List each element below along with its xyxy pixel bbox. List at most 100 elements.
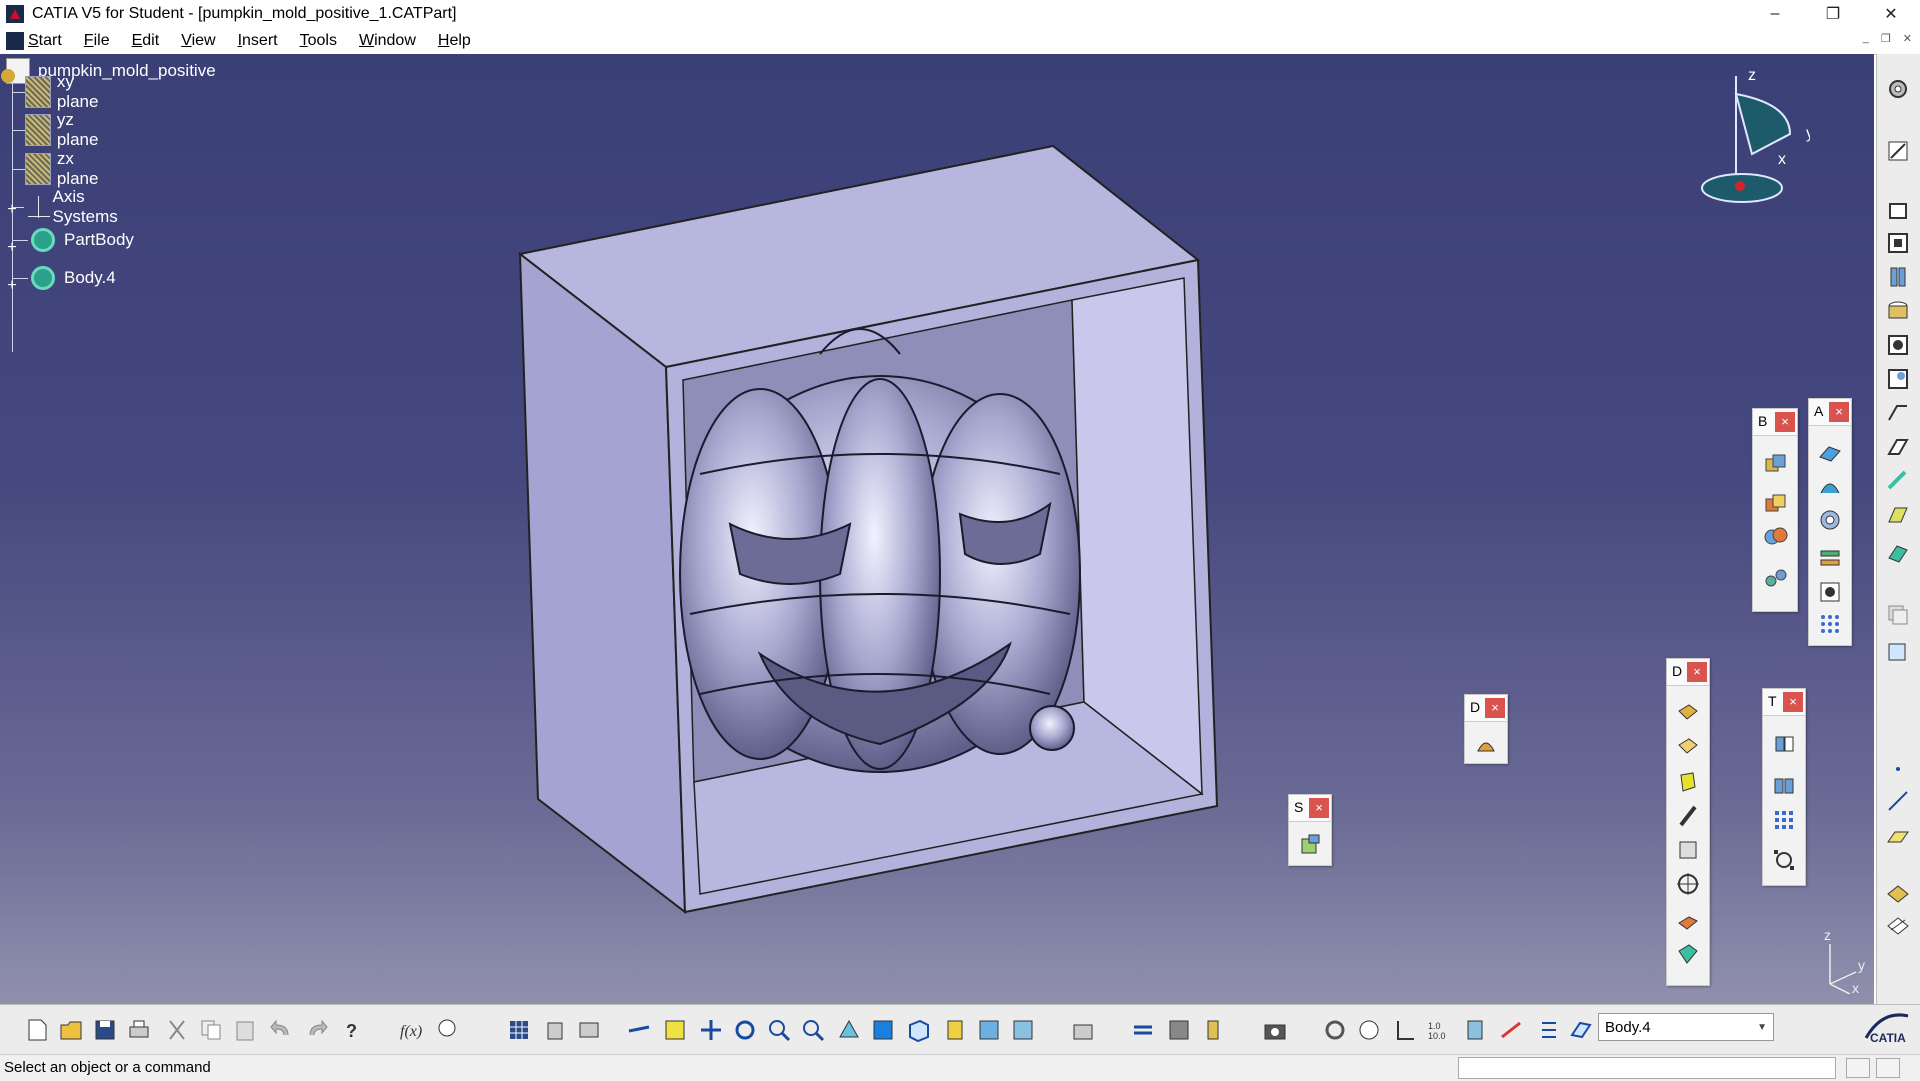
boolean-remove-icon[interactable]: [1763, 491, 1789, 517]
zoom-out-icon[interactable]: [800, 1017, 826, 1043]
part-geometry[interactable]: [0, 54, 1874, 1004]
toolbar-header[interactable]: A ×: [1809, 399, 1851, 426]
stiffener-icon[interactable]: [1885, 434, 1911, 460]
new-file-icon[interactable]: [24, 1017, 50, 1043]
doc-restore-button[interactable]: ❐: [1881, 32, 1891, 45]
compass-widget[interactable]: z y x: [1690, 54, 1810, 214]
work-on-support-icon[interactable]: [1568, 1017, 1594, 1043]
open-folder-icon[interactable]: [58, 1017, 84, 1043]
duplicate-icon[interactable]: [1885, 602, 1911, 628]
plane-tool-icon[interactable]: [1885, 824, 1911, 850]
union-trim-icon[interactable]: [1763, 565, 1789, 591]
draft-icon[interactable]: [1675, 701, 1701, 727]
groove-icon[interactable]: [1885, 298, 1911, 324]
rib-icon[interactable]: [1885, 366, 1911, 392]
floating-toolbar-s[interactable]: S ×: [1288, 794, 1332, 866]
undo-icon[interactable]: [268, 1017, 294, 1043]
knowledge-advisor-icon[interactable]: [434, 1017, 460, 1043]
start-menu-icon[interactable]: [6, 32, 24, 50]
point-icon[interactable]: [1885, 756, 1911, 782]
menu-view[interactable]: View: [181, 32, 215, 50]
sweep-surface-icon[interactable]: [1817, 473, 1843, 499]
menu-tools[interactable]: Tools: [300, 32, 337, 50]
boolean-add-icon[interactable]: [1763, 451, 1789, 477]
axis-icon[interactable]: [1392, 1017, 1418, 1043]
thread-icon[interactable]: [1675, 803, 1701, 829]
close-button[interactable]: ✕: [1862, 0, 1920, 28]
cut-icon[interactable]: [164, 1017, 190, 1043]
toolbar-close-icon[interactable]: ×: [1783, 692, 1803, 712]
doc-minimize-button[interactable]: _: [1863, 32, 1869, 45]
thick-surface-icon[interactable]: [1675, 941, 1701, 967]
target-icon[interactable]: [1675, 871, 1701, 897]
floating-toolbar-t[interactable]: T ×: [1762, 688, 1806, 886]
fill-surface-icon[interactable]: [1817, 579, 1843, 605]
minimize-button[interactable]: –: [1746, 0, 1804, 28]
swap-space-icon[interactable]: [1010, 1017, 1036, 1043]
measure-icon[interactable]: [1885, 880, 1911, 906]
toolbar-header[interactable]: S ×: [1289, 795, 1331, 822]
surface-based-feature-icon[interactable]: [1297, 831, 1323, 857]
pad-icon[interactable]: [1885, 196, 1911, 222]
material-icon[interactable]: [1200, 1017, 1226, 1043]
scaling-icon[interactable]: [1771, 847, 1797, 873]
split-icon[interactable]: [1675, 909, 1701, 935]
dress-up-icon[interactable]: [1473, 731, 1499, 757]
fly-mode-icon[interactable]: [626, 1017, 652, 1043]
toolbar-close-icon[interactable]: ×: [1775, 412, 1795, 432]
toolbar-header[interactable]: D ×: [1465, 695, 1507, 722]
pocket-icon[interactable]: [1885, 230, 1911, 256]
doc-close-button[interactable]: ✕: [1903, 32, 1912, 45]
floating-toolbar-d2[interactable]: D ×: [1464, 694, 1508, 764]
instantiate-icon[interactable]: [576, 1017, 602, 1043]
shell-icon[interactable]: [1675, 735, 1701, 761]
menu-start[interactable]: Start: [28, 32, 62, 50]
normal-view-icon[interactable]: [836, 1017, 862, 1043]
thickness-icon[interactable]: [1675, 769, 1701, 795]
blend-surface-icon[interactable]: [1817, 507, 1843, 533]
multi-section-solid-icon[interactable]: [1885, 468, 1911, 494]
list-icon[interactable]: [1534, 1017, 1560, 1043]
extrude-surface-icon[interactable]: [1817, 439, 1843, 465]
fit-all-icon[interactable]: [662, 1017, 688, 1043]
power-input-button[interactable]: [1846, 1058, 1870, 1078]
menu-file[interactable]: File: [84, 32, 110, 50]
update-all-icon[interactable]: [1322, 1017, 1348, 1043]
floating-toolbar-a[interactable]: A ×: [1808, 398, 1852, 646]
offset-surface-icon[interactable]: [1817, 545, 1843, 571]
mirror-icon[interactable]: [1771, 773, 1797, 799]
toolbar-close-icon[interactable]: ×: [1687, 662, 1707, 682]
rotate-icon[interactable]: [732, 1017, 758, 1043]
toolbar-header[interactable]: B ×: [1753, 409, 1797, 436]
toolbar-header[interactable]: T ×: [1763, 689, 1805, 716]
menu-insert[interactable]: Insert: [238, 32, 278, 50]
table-icon[interactable]: [506, 1017, 532, 1043]
paste-icon[interactable]: [232, 1017, 258, 1043]
print-icon[interactable]: [126, 1017, 152, 1043]
menu-help[interactable]: Help: [438, 32, 471, 50]
catalog-icon[interactable]: [542, 1017, 568, 1043]
hole-icon[interactable]: [1885, 332, 1911, 358]
copy-icon[interactable]: [198, 1017, 224, 1043]
removed-multi-section-icon[interactable]: [1885, 502, 1911, 528]
capture-icon[interactable]: [1262, 1017, 1288, 1043]
zoom-in-icon[interactable]: [766, 1017, 792, 1043]
pan-icon[interactable]: [698, 1017, 724, 1043]
settings-gear-icon[interactable]: [1885, 76, 1911, 102]
sketch-icon[interactable]: [1885, 138, 1911, 164]
3d-viewport[interactable]: pumpkin_mold_positive xy plane yz plane …: [0, 54, 1874, 1004]
toolbar-close-icon[interactable]: ×: [1309, 798, 1329, 818]
remove-face-icon[interactable]: [1675, 837, 1701, 863]
axis-system-tool-icon[interactable]: [1130, 1017, 1156, 1043]
line-icon[interactable]: [1885, 788, 1911, 814]
multi-view-icon[interactable]: [870, 1017, 896, 1043]
current-body-select[interactable]: Body.4 ▼: [1598, 1013, 1774, 1041]
save-icon[interactable]: [92, 1017, 118, 1043]
boolean-intersect-icon[interactable]: [1763, 523, 1789, 549]
catalog-browser-icon[interactable]: [1166, 1017, 1192, 1043]
pattern-icon[interactable]: [1817, 611, 1843, 637]
floating-toolbar-b[interactable]: B ×: [1752, 408, 1798, 612]
menu-window[interactable]: Window: [359, 32, 416, 50]
toolbar-close-icon[interactable]: ×: [1829, 402, 1849, 422]
whats-this-icon[interactable]: ?: [340, 1017, 366, 1043]
